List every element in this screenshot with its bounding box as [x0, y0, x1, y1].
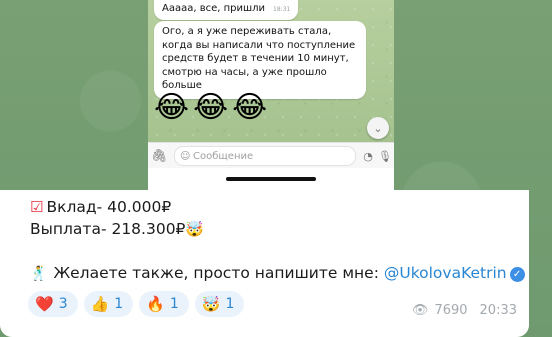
- view-count: 7690: [434, 303, 468, 318]
- thumbs-up-icon: 👍: [90, 295, 110, 313]
- cta-text: Желаете также, просто напишите мне:: [53, 264, 379, 282]
- message-text: Ааааа, все, пришли: [162, 3, 266, 14]
- home-indicator: [226, 177, 316, 181]
- message-input[interactable]: ☺ Сообщение: [174, 146, 356, 166]
- reactions-bar: ❤️ 3 👍 1 🔥 1 🤯 1: [28, 291, 245, 317]
- reaction-count: 3: [58, 296, 68, 312]
- message-bubble-main: Ого, а я уже переживать стала, когда вы …: [154, 21, 366, 99]
- emoji-message: 😂 😂 😂: [154, 90, 267, 126]
- payout-line: Выплата- 218.300₽🤯: [30, 220, 204, 238]
- sticker-icon[interactable]: ◔: [360, 150, 376, 163]
- reaction-exploding-head[interactable]: 🤯 1: [194, 291, 245, 317]
- eye-icon: 👁: [411, 303, 429, 318]
- fire-icon: 🔥: [146, 295, 165, 313]
- reaction-count: 1: [169, 296, 179, 312]
- chevron-down-icon: ⌄: [373, 121, 383, 135]
- message-input-bar: 🖇 ☺ Сообщение ◔ 🎙: [148, 142, 394, 169]
- laughing-emoji-1: 😂: [154, 90, 190, 125]
- exploding-head-emoji: 🤯: [185, 220, 205, 238]
- payout-text: Выплата- 218.300₽: [30, 220, 186, 238]
- cta-line: 🕺 Желаете также, просто напишите мне: @Uk…: [30, 264, 525, 282]
- post-time: 20:33: [479, 303, 517, 318]
- input-placeholder: Сообщение: [193, 150, 254, 162]
- laughing-emoji-3: 😂: [232, 90, 268, 125]
- check-circle-icon: ☑: [30, 198, 44, 216]
- deposit-line: ☑ Вклад- 40.000₽: [30, 198, 171, 216]
- reaction-thumbs-up[interactable]: 👍 1: [83, 291, 134, 317]
- post-meta: 👁 7690 20:33: [412, 303, 517, 318]
- reaction-count: 1: [114, 296, 124, 312]
- embedded-screenshot: Ааааа, все, пришли 18:31 Ого, а я уже пер…: [148, 0, 394, 190]
- exploding-head-icon: 🤯: [201, 295, 221, 313]
- home-strip: [148, 168, 394, 190]
- reaction-heart[interactable]: ❤️ 3: [28, 291, 78, 317]
- heart-icon: ❤️: [35, 295, 54, 313]
- mention-link[interactable]: @UkolovaKetrin: [384, 264, 507, 282]
- reaction-fire[interactable]: 🔥 1: [139, 291, 189, 317]
- scroll-down-button[interactable]: ⌄: [367, 117, 389, 139]
- dancing-figure-icon: 🕺: [30, 266, 48, 282]
- post-caption: ☑ Вклад- 40.000₽ Выплата- 218.300₽🤯 🕺 Жела…: [0, 190, 529, 337]
- message-time: 18:31: [273, 6, 291, 13]
- deposit-text: Вклад- 40.000₽: [46, 198, 172, 216]
- reaction-count: 1: [225, 296, 235, 312]
- laughing-emoji-2: 😂: [193, 90, 229, 125]
- verified-badge-icon: ✓: [509, 267, 525, 282]
- message-text: Ого, а я уже переживать стала, когда вы …: [162, 26, 356, 91]
- microphone-icon[interactable]: 🎙: [376, 150, 394, 163]
- emoji-face-icon[interactable]: ☺: [180, 151, 190, 162]
- paperclip-icon[interactable]: 🖇: [148, 149, 170, 164]
- message-bubble-top: Ааааа, все, пришли 18:31: [154, 0, 299, 20]
